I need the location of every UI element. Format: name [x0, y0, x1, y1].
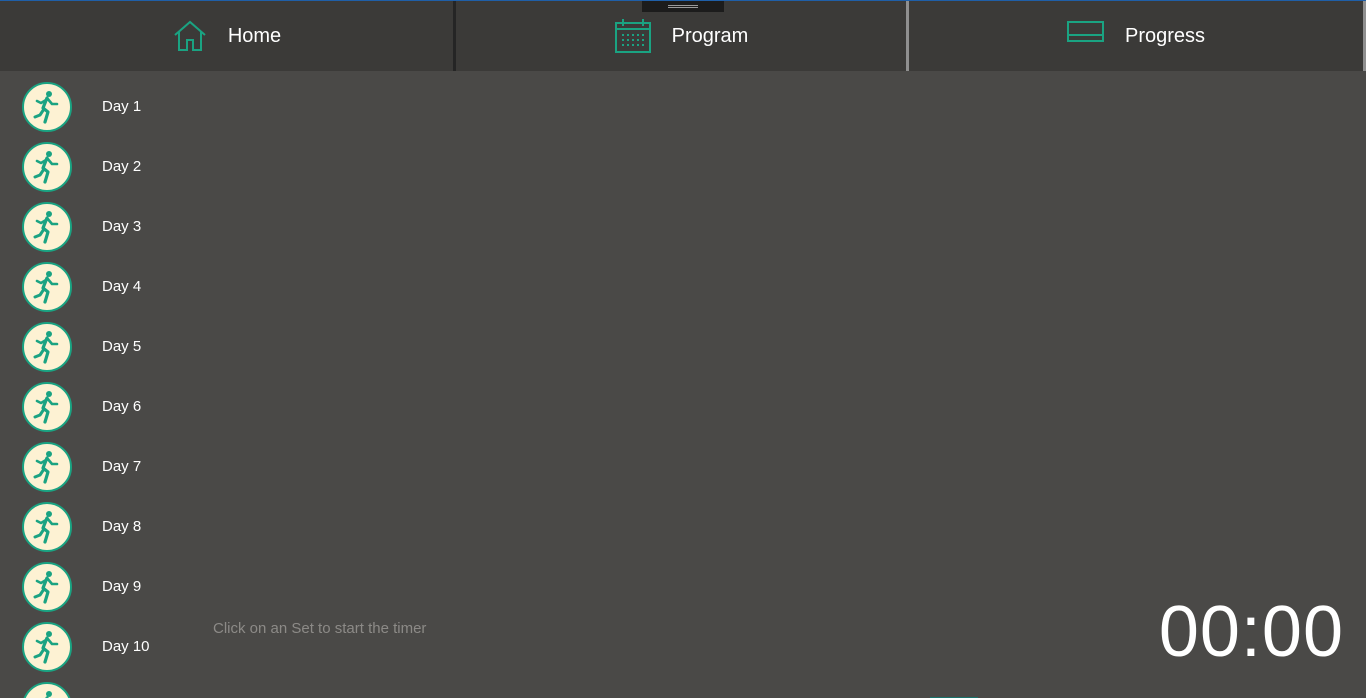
runner-icon — [22, 502, 72, 552]
runner-icon — [22, 82, 72, 132]
runner-icon — [22, 442, 72, 492]
day-label: Day 7 — [102, 458, 142, 475]
grip-line — [668, 7, 698, 8]
tab-home-label: Home — [227, 24, 282, 47]
runner-icon — [22, 142, 72, 192]
timer-hint: Click on an Set to start the timer — [213, 620, 427, 637]
list-item[interactable]: Day 4 — [0, 251, 200, 312]
list-item[interactable]: Day 6 — [0, 371, 200, 432]
day-label: Day 5 — [102, 338, 142, 355]
list-item[interactable]: Day 7 — [0, 431, 200, 492]
list-item[interactable]: Day 1 — [0, 71, 200, 132]
day-label: Day 9 — [102, 578, 142, 595]
day-label: Day 8 — [102, 518, 142, 535]
tab-progress-label: Progress — [1124, 24, 1206, 47]
day-label: Day 10 — [102, 638, 150, 655]
runner-icon — [22, 262, 72, 312]
list-item[interactable]: Day 10 — [0, 611, 200, 672]
day-list[interactable]: Day 1 Day 2 Day 3 Day 4 Day 5 Day 6 Day 7 Day 8… — [0, 71, 200, 698]
runner-icon — [22, 382, 72, 432]
list-item[interactable]: Day 9 — [0, 551, 200, 612]
calendar-icon — [614, 18, 652, 54]
runner-icon — [22, 682, 72, 698]
day-label: Day 6 — [102, 398, 142, 415]
runner-icon — [22, 322, 72, 372]
tab-progress[interactable]: Progress — [909, 1, 1366, 71]
list-item[interactable]: Day 3 — [0, 191, 200, 252]
window-drag-handle[interactable] — [642, 1, 724, 12]
tab-home[interactable]: Home — [0, 1, 453, 71]
day-label: Day 2 — [102, 158, 142, 175]
list-item[interactable]: Day 2 — [0, 131, 200, 192]
progress-icon — [1066, 20, 1105, 44]
home-icon — [172, 19, 208, 53]
timer-display: 00:00 — [1158, 592, 1344, 672]
grip-line — [668, 5, 698, 6]
runner-icon — [22, 622, 72, 672]
day-label: Day 4 — [102, 278, 142, 295]
day-label: Day 3 — [102, 218, 142, 235]
app-window: Home Program Progress Day 1 Day 2 Day 3 … — [0, 0, 1366, 698]
runner-icon — [22, 202, 72, 252]
runner-icon — [22, 562, 72, 612]
day-label: Day 1 — [102, 98, 142, 115]
list-item[interactable]: Day 5 — [0, 311, 200, 372]
list-item[interactable]: Day 8 — [0, 491, 200, 552]
tab-program-label: Program — [671, 24, 749, 47]
list-item[interactable] — [0, 671, 200, 698]
